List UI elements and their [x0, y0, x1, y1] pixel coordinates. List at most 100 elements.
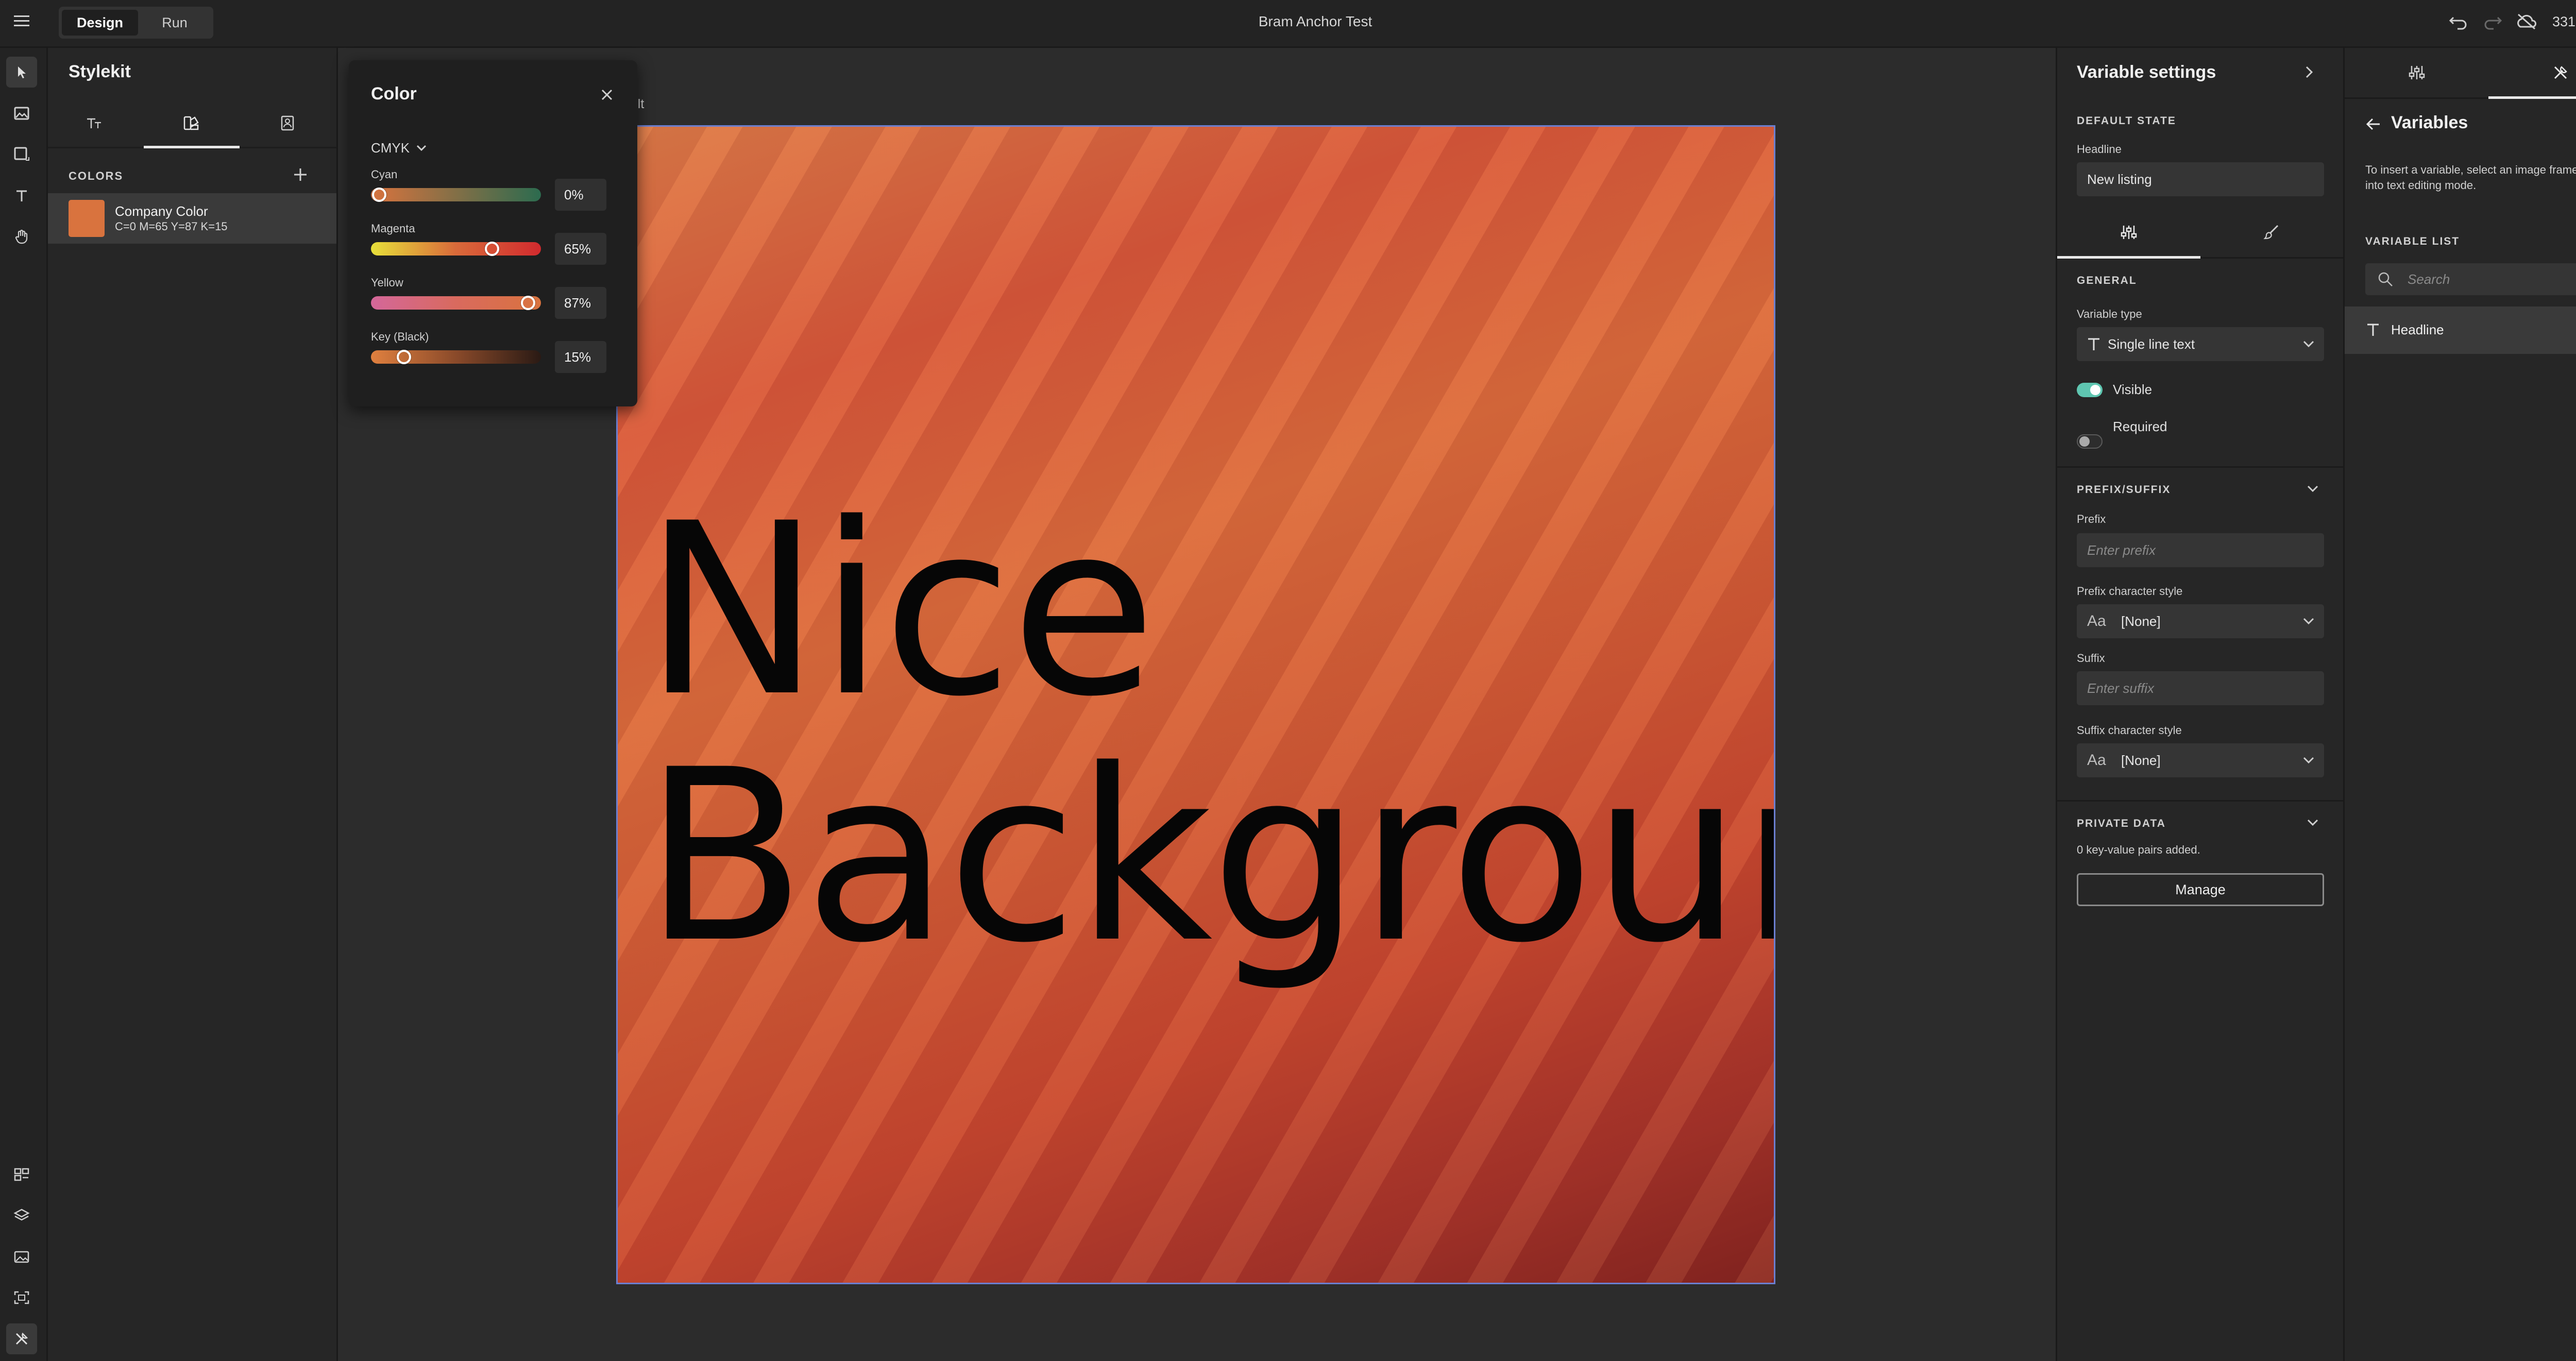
chevron-right-icon [2300, 63, 2318, 81]
suffix-style-label: Suffix character style [2077, 724, 2182, 737]
cyan-slider-thumb[interactable] [372, 188, 386, 202]
chevron-down-icon[interactable] [2306, 482, 2320, 496]
variable-list-header: VARIABLE LIST [2365, 235, 2460, 247]
color-model-value: CMYK [371, 140, 410, 156]
yellow-value[interactable]: 87% [555, 287, 606, 319]
manage-button[interactable]: Manage [2077, 873, 2324, 906]
variable-type-label: Variable type [2077, 308, 2142, 320]
cyan-slider-track[interactable] [371, 188, 541, 202]
magenta-slider-thumb[interactable] [485, 242, 499, 256]
visible-label: Visible [2113, 382, 2153, 397]
tab-variables[interactable] [2488, 48, 2576, 99]
components-button[interactable] [6, 1159, 37, 1189]
search-icon [2378, 271, 2393, 287]
key-black-slider-track[interactable] [371, 350, 541, 364]
private-data-header[interactable]: PRIVATE DATA [2077, 818, 2166, 830]
variables-tool-button[interactable] [6, 1323, 37, 1354]
required-toggle[interactable] [2077, 434, 2103, 449]
cyan-value[interactable]: 0% [555, 179, 606, 211]
redo-icon[interactable] [2482, 12, 2503, 31]
chevron-down-icon [2301, 753, 2316, 768]
tool-rail [0, 48, 48, 1361]
stylekit-tabs [48, 99, 336, 148]
divider [2057, 466, 2343, 468]
tab-style-settings[interactable] [2200, 208, 2343, 257]
divider [2057, 800, 2343, 802]
color-model-select[interactable]: CMYK [371, 139, 428, 157]
chevron-down-icon[interactable] [2306, 815, 2320, 830]
key-black-value[interactable]: 15% [555, 341, 606, 373]
components-icon [13, 1166, 30, 1182]
general-header: GENERAL [2077, 275, 2137, 286]
yellow-slider-track[interactable] [371, 296, 541, 310]
palette-icon [182, 115, 201, 131]
shape-tool-button[interactable] [6, 139, 37, 170]
prefix-style-select[interactable]: Aa [None] [2077, 604, 2324, 638]
zoom-level[interactable]: 331% [2552, 12, 2576, 31]
hand-tool-button[interactable] [6, 222, 37, 252]
tab-properties[interactable] [2345, 48, 2488, 97]
toggle-knob [2079, 436, 2090, 447]
magenta-label: Magenta [371, 222, 415, 235]
required-label: Required [2113, 419, 2167, 434]
variables-hint: To insert a variable, select an image fr… [2365, 163, 2576, 192]
panel-title: Stylekit [69, 62, 131, 81]
yellow-slider-thumb[interactable] [521, 296, 535, 310]
magenta-slider-track[interactable] [371, 242, 541, 256]
artboard[interactable]: Nice Background [616, 125, 1775, 1284]
color-swatch [69, 200, 105, 237]
key-black-slider-thumb[interactable] [397, 350, 411, 364]
variable-settings-panel: Variable settings DEFAULT STATE Headline… [2056, 48, 2343, 1361]
active-tab-indicator [2488, 96, 2576, 99]
variable-list-item[interactable]: Headline [2345, 307, 2576, 354]
tab-brand-assets[interactable] [240, 99, 335, 147]
magenta-value[interactable]: 65% [555, 233, 606, 265]
suffix-style-value: [None] [2121, 753, 2161, 768]
tab-colors[interactable] [144, 99, 240, 148]
arrow-left-icon [2364, 115, 2383, 133]
select-tool-button[interactable] [6, 57, 37, 88]
tools-icon [13, 1331, 30, 1347]
color-popover: Color CMYK Cyan 0% Magenta 65% Yellow 87… [349, 60, 637, 406]
prefix-label: Prefix [2077, 513, 2106, 525]
character-style-icon: Aa [2087, 752, 2106, 769]
image-frame-tool-button[interactable] [6, 98, 37, 129]
prefix-input[interactable]: Enter prefix [2077, 533, 2324, 567]
brush-icon [2263, 224, 2281, 241]
color-item[interactable]: Company Color C=0 M=65 Y=87 K=15 [48, 193, 336, 244]
frame-fit-button[interactable] [6, 1282, 37, 1313]
shape-icon [13, 146, 30, 163]
text-tool-button[interactable] [6, 180, 37, 211]
cyan-label: Cyan [371, 168, 398, 181]
prefix-style-value: [None] [2121, 614, 2161, 629]
pointer-icon [14, 64, 29, 80]
chevron-down-icon [2301, 337, 2316, 351]
headline-value-input[interactable]: New listing [2077, 162, 2324, 196]
color-name: Company Color [115, 203, 208, 219]
undo-icon[interactable] [2448, 12, 2469, 31]
back-button[interactable] [2364, 115, 2383, 133]
variable-name: Headline [2391, 322, 2444, 337]
yellow-label: Yellow [371, 276, 403, 289]
character-style-icon: Aa [2087, 613, 2106, 630]
headline-line-1[interactable]: Nice [643, 492, 1157, 729]
tab-general-settings[interactable] [2057, 208, 2200, 259]
close-button[interactable] [598, 86, 616, 104]
variable-search-input[interactable]: Search [2365, 263, 2576, 295]
collapse-panel-button[interactable] [2300, 63, 2318, 81]
close-icon [598, 86, 616, 104]
plus-icon [290, 164, 311, 185]
suffix-input[interactable]: Enter suffix [2077, 671, 2324, 705]
suffix-style-select[interactable]: Aa [None] [2077, 743, 2324, 777]
prefix-suffix-header[interactable]: PREFIX/SUFFIX [2077, 484, 2171, 496]
variable-type-select[interactable]: Single line text [2077, 327, 2324, 361]
tools-icon [2552, 64, 2569, 81]
assets-button[interactable] [6, 1241, 37, 1272]
tab-text-styles[interactable] [48, 99, 144, 147]
visible-toggle[interactable] [2077, 383, 2103, 397]
layers-button[interactable] [6, 1200, 37, 1231]
add-color-button[interactable] [290, 164, 311, 185]
headline-line-2[interactable]: Background [643, 739, 1774, 976]
cloud-offline-icon[interactable] [2515, 12, 2538, 31]
suffix-label: Suffix [2077, 652, 2105, 665]
